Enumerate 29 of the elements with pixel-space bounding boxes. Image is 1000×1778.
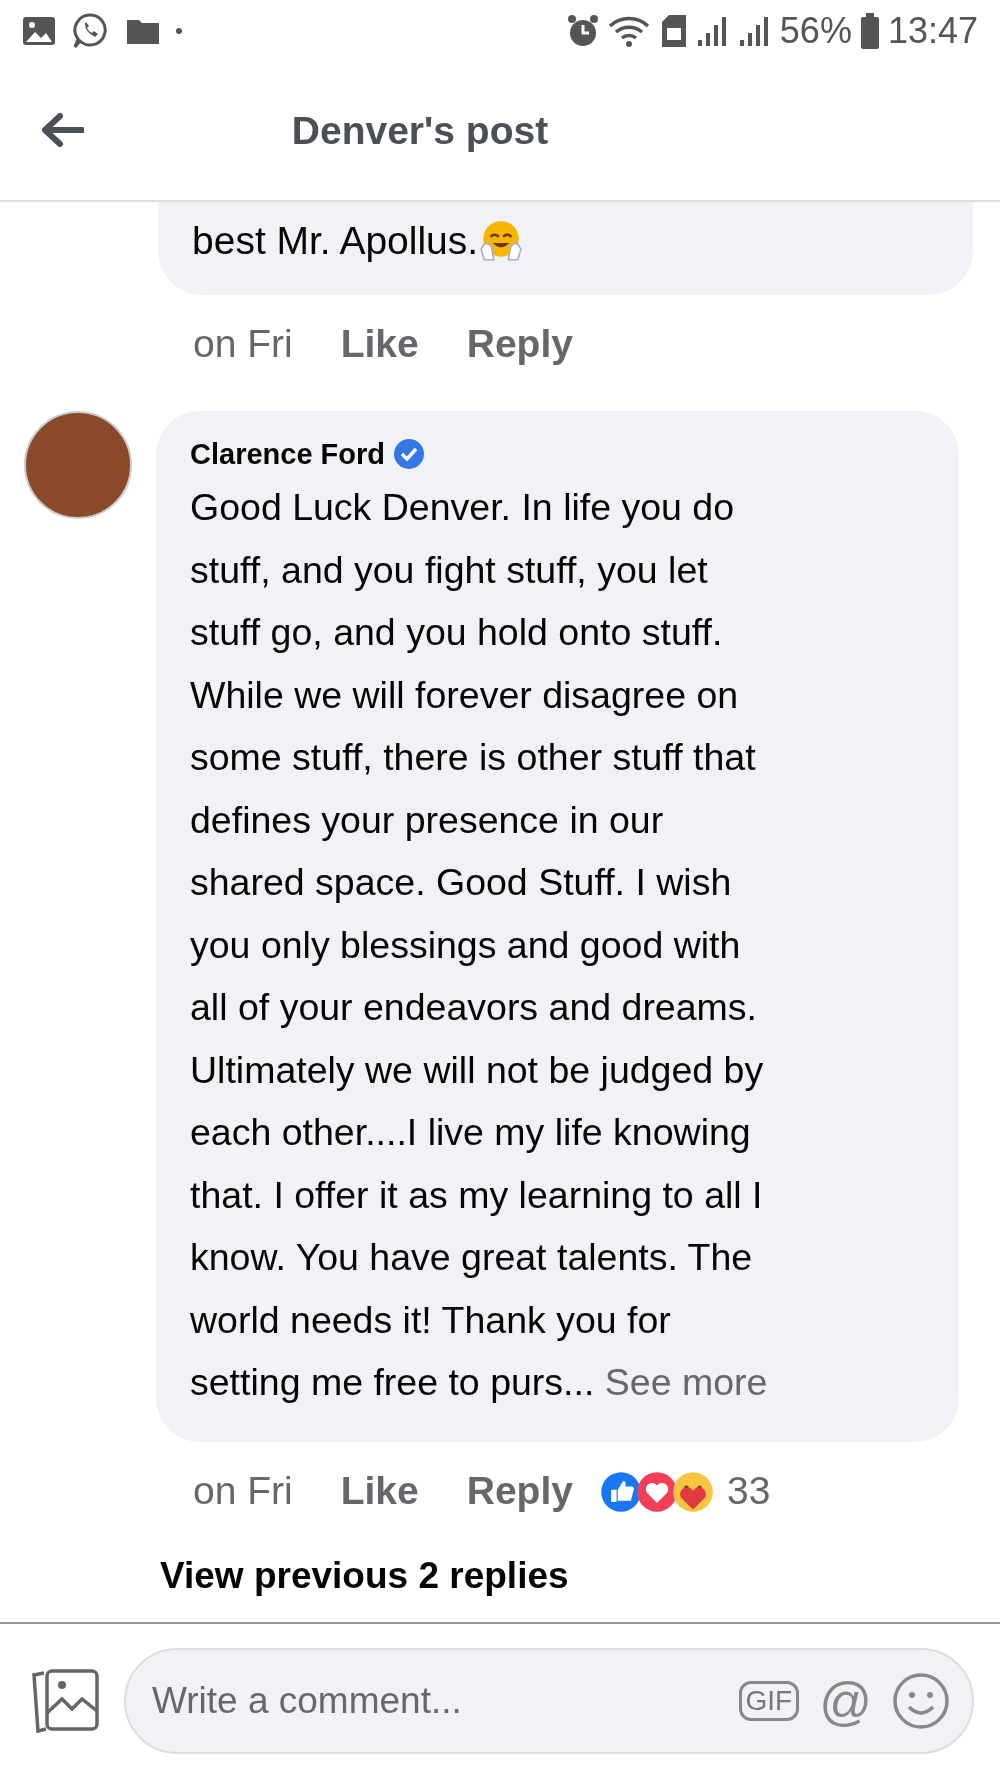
dot-icon (176, 28, 182, 34)
alarm-clock-icon (565, 14, 600, 48)
sim-card-icon (659, 14, 688, 48)
comment-input-field[interactable]: Write a comment... GIF @ (124, 1648, 974, 1754)
status-time: 13:47 (887, 9, 978, 53)
page-title: Denver's post (291, 107, 549, 154)
comment-timestamp: on Fri (193, 321, 293, 368)
hugging-heart-reaction-icon (670, 1469, 715, 1514)
emoji-icon[interactable] (892, 1672, 950, 1730)
view-replies-link[interactable]: View previous 2 replies (0, 1547, 1000, 1603)
reaction-count: 33 (726, 1468, 771, 1515)
back-arrow-icon[interactable] (40, 112, 84, 148)
comment-action-link[interactable]: Like (340, 315, 419, 374)
comment-action-link[interactable]: Reply (466, 315, 573, 374)
comment-timestamp: on Fri (193, 1468, 293, 1515)
battery-percentage: 56% (779, 9, 852, 53)
battery-icon (859, 13, 880, 49)
comment-text: Good Luck Denver. In life you do stuff, and you fight stuff, you let stuff go, and you hold onto stuff. While we will forever disagree on some stuff, there is other stuff that defines your presence in our shared space. Good Stuff. I wish you only blessings and good with all of your endeavors and dreams. Ultimately we will not be judged by each other....I live my life knowing that. I offer it as my learning to all I know. You have great talents. The world needs it! Thank you for setting me free to purs... See more (190, 485, 769, 1405)
chat-bubble-icon (72, 12, 110, 50)
gif-button[interactable]: GIF (738, 1680, 800, 1722)
image-icon (22, 16, 56, 46)
wifi-icon (607, 14, 652, 48)
folder-icon (126, 17, 160, 45)
see-more-link[interactable]: See more (604, 1361, 768, 1403)
author-name[interactable]: Clarence Ford (190, 432, 385, 476)
comment-text: best Mr. Apollus. (192, 218, 479, 264)
mention-button[interactable]: @ (819, 1675, 872, 1727)
comment-action-link[interactable]: Reply (466, 1462, 573, 1521)
comment-action-link[interactable]: Like (340, 1462, 419, 1521)
